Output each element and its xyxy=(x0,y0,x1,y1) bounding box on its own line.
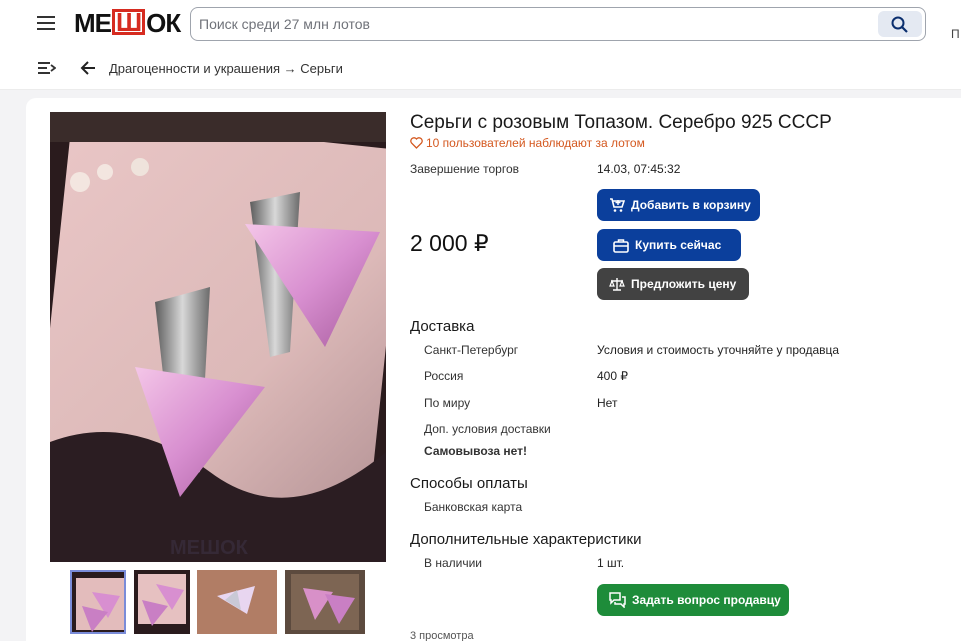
photo-watermark: МЕШОК xyxy=(170,537,249,559)
view-count: 3 просмотра xyxy=(410,630,474,641)
earrings-photo-image: МЕШОК xyxy=(50,112,386,562)
stock-value: 1 шт. xyxy=(597,556,625,570)
scales-icon xyxy=(609,278,625,291)
ask-seller-label: Задать вопрос продавцу xyxy=(632,593,781,607)
search-box xyxy=(190,7,926,41)
cart-icon xyxy=(610,198,625,212)
add-to-cart-button[interactable]: Добавить в корзину xyxy=(597,189,760,221)
search-input[interactable] xyxy=(199,16,859,32)
heart-icon xyxy=(410,137,423,149)
buy-now-label: Купить сейчас xyxy=(635,238,722,252)
search-icon xyxy=(891,16,908,33)
main-product-photo[interactable]: МЕШОК xyxy=(50,112,386,562)
thumbnail-2[interactable] xyxy=(134,570,190,634)
characteristics-heading: Дополнительные характеристики xyxy=(410,531,642,548)
auction-end-label: Завершение торгов xyxy=(410,162,520,176)
briefcase-icon xyxy=(613,238,629,253)
thumbnail-3[interactable] xyxy=(197,570,277,634)
search-button[interactable] xyxy=(878,11,922,37)
delivery-region-value: 400 ₽ xyxy=(597,369,628,383)
site-logo[interactable]: МЕ Ш ОК xyxy=(74,8,181,38)
breadcrumb[interactable]: Драгоценности и украшения → Серьги xyxy=(109,61,343,76)
delivery-extra-value: Самовывоза нет! xyxy=(424,444,528,458)
header-link-cut[interactable]: П xyxy=(951,27,960,41)
breadcrumb-bar: Драгоценности и украшения → Серьги xyxy=(0,48,961,90)
auction-end-value: 14.03, 07:45:32 xyxy=(597,162,681,176)
payment-heading: Способы оплаты xyxy=(410,475,528,492)
delivery-region-value: Нет xyxy=(597,396,618,410)
delivery-region-label: По миру xyxy=(424,396,471,410)
thumbnail-4[interactable] xyxy=(285,570,365,634)
watchers-text: 10 пользователей наблюдают за лотом xyxy=(426,136,645,150)
ask-seller-button[interactable]: Задать вопрос продавцу xyxy=(597,584,789,616)
top-header: МЕ Ш ОК П xyxy=(0,0,961,48)
watchers-info[interactable]: 10 пользователей наблюдают за лотом xyxy=(410,135,645,150)
delivery-extra-label: Доп. условия доставки xyxy=(424,422,551,436)
delivery-region-label: Россия xyxy=(424,369,464,383)
hamburger-menu-icon[interactable] xyxy=(37,16,55,30)
chat-icon xyxy=(609,592,626,608)
make-offer-button[interactable]: Предложить цену xyxy=(597,268,749,300)
buy-now-button[interactable]: Купить сейчас xyxy=(597,229,741,261)
make-offer-label: Предложить цену xyxy=(631,277,737,291)
lot-title: Серьги с розовым Топазом. Серебро 925 СС… xyxy=(410,112,832,133)
lot-price: 2 000 ₽ xyxy=(410,230,489,256)
payment-method: Банковская карта xyxy=(424,500,523,514)
catalog-menu-icon[interactable] xyxy=(38,61,56,75)
back-arrow-icon[interactable] xyxy=(80,60,96,76)
delivery-region-value: Условия и стоимость уточняйте у продавца xyxy=(597,343,840,357)
delivery-region-label: Санкт-Петербург xyxy=(424,343,519,357)
add-to-cart-label: Добавить в корзину xyxy=(631,198,751,212)
delivery-heading: Доставка xyxy=(410,318,475,335)
stock-label: В наличии xyxy=(424,556,483,570)
thumbnail-1[interactable] xyxy=(70,570,126,634)
